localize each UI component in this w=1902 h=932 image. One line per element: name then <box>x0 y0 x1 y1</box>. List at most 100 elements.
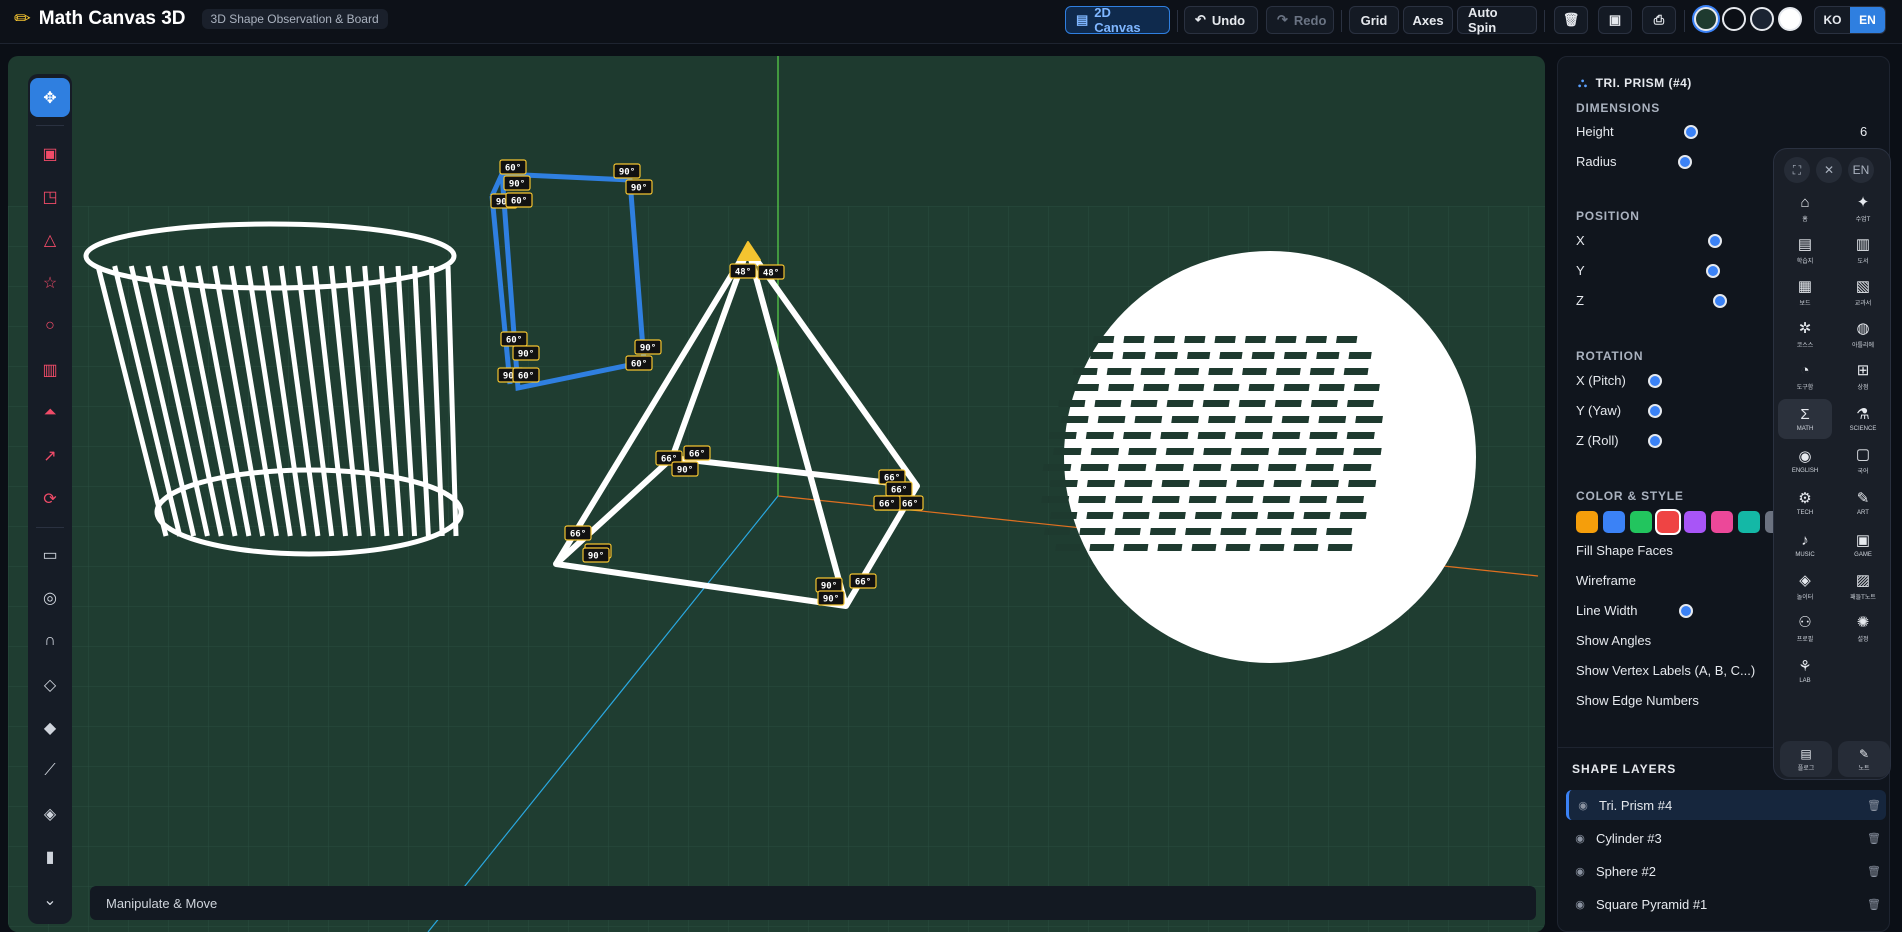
app-17[interactable]: ▣ GAME <box>1836 525 1890 565</box>
tool-compass[interactable]: ◎ <box>30 579 70 618</box>
app-14[interactable]: ⚙ TECH <box>1778 483 1832 523</box>
pitch-slider[interactable] <box>1648 374 1662 388</box>
tag-icon: ◇ <box>43 676 57 694</box>
roll-slider[interactable] <box>1648 434 1662 448</box>
tool-shapes[interactable]: ◳ <box>30 177 70 216</box>
delete-button[interactable]: 🗑 <box>1554 6 1588 34</box>
theme-white[interactable] <box>1778 7 1802 31</box>
lang-en[interactable]: EN <box>1850 7 1885 33</box>
app-18[interactable]: ◈ 놀이터 <box>1778 567 1832 607</box>
tool-more[interactable]: ⌄ <box>30 881 70 920</box>
app-20[interactable]: ⚇ 프로필 <box>1778 609 1832 649</box>
app-22[interactable]: ⚘ LAB <box>1778 651 1832 691</box>
layer-item[interactable]: ◉ Tri. Prism #4 🗑 <box>1566 790 1886 820</box>
theme-black[interactable] <box>1722 7 1746 31</box>
tool-star[interactable]: ☆ <box>30 264 70 303</box>
app-6[interactable]: ✲ 코스스 <box>1778 315 1832 355</box>
app-16[interactable]: ♪ MUSIC <box>1778 525 1832 565</box>
layer-item[interactable]: ◉ Sphere #2 🗑 <box>1566 856 1886 886</box>
app-2[interactable]: ▤ 학습지 <box>1778 231 1832 271</box>
app-7[interactable]: ◍ 아틀리에 <box>1836 315 1890 355</box>
launcher-bottom-0[interactable]: ▤ 플로그 <box>1780 741 1832 777</box>
position-y-slider[interactable] <box>1706 264 1720 278</box>
svg-text:48°: 48° <box>735 268 751 278</box>
app-9[interactable]: ⊞ 상점 <box>1836 357 1890 397</box>
app-12[interactable]: ◉ ENGLISH <box>1778 441 1832 481</box>
app-4[interactable]: ▦ 보드 <box>1778 273 1832 313</box>
color-swatch[interactable] <box>1576 511 1598 533</box>
app-21[interactable]: ✺ 설정 <box>1836 609 1890 649</box>
angle-label: 66° <box>849 573 877 589</box>
trash-icon[interactable]: 🗑 <box>1862 865 1886 878</box>
app-1[interactable]: ✦ 수업T <box>1836 189 1890 229</box>
height-slider[interactable] <box>1684 125 1698 139</box>
app-19[interactable]: ▨ 패들T노트 <box>1836 567 1890 607</box>
color-swatch[interactable] <box>1738 511 1760 533</box>
fullscreen-icon[interactable]: ⛶ <box>1784 157 1810 183</box>
app-3[interactable]: ▥ 도서 <box>1836 231 1890 271</box>
launcher-lang[interactable]: EN <box>1848 157 1874 183</box>
app-10[interactable]: Σ MATH <box>1778 399 1832 439</box>
radius-slider[interactable] <box>1678 155 1692 169</box>
color-swatch[interactable] <box>1711 511 1733 533</box>
tool-cylinder[interactable]: ▥ <box>30 350 70 389</box>
line-width-slider[interactable] <box>1679 604 1693 618</box>
position-z-slider[interactable] <box>1713 294 1727 308</box>
tool-move[interactable]: ✥ <box>30 78 70 118</box>
layer-item[interactable]: ◉ Square Pyramid #1 🗑 <box>1566 889 1886 919</box>
tool-tag[interactable]: ◇ <box>30 665 70 704</box>
theme-navy[interactable] <box>1750 7 1774 31</box>
tool-fill[interactable]: ◆ <box>30 708 70 747</box>
auto-spin-button[interactable]: Auto Spin <box>1457 5 1537 35</box>
app-icon: ⚗ <box>1856 405 1870 423</box>
trash-icon[interactable]: 🗑 <box>1862 898 1886 911</box>
tool-line[interactable]: ⟋ <box>30 751 70 790</box>
3d-canvas[interactable]: 60° 90° 90° 60° 90° 90° 60° 90° 90° 60° 90° 60° 48° 4… <box>8 56 1545 932</box>
app-8[interactable]: ◔ 도구함 <box>1778 357 1832 397</box>
tool-circle[interactable]: ○ <box>30 307 70 346</box>
color-swatch[interactable] <box>1657 511 1679 533</box>
tool-stats[interactable]: ▮ <box>30 838 70 877</box>
trash-icon[interactable]: 🗑 <box>1862 832 1886 845</box>
launcher-bottom-1[interactable]: ✎ 노트 <box>1838 741 1890 777</box>
tool-magnet[interactable]: ∩ <box>30 622 70 661</box>
color-swatch[interactable] <box>1630 511 1652 533</box>
tool-arrow[interactable]: ↗ <box>30 436 70 475</box>
section-color-style: COLOR & STYLE <box>1576 489 1684 503</box>
app-0[interactable]: ⌂ 홈 <box>1778 189 1832 229</box>
eye-icon[interactable]: ◉ <box>1566 898 1594 911</box>
eye-icon[interactable]: ◉ <box>1569 799 1597 812</box>
image-button[interactable]: ▣ <box>1598 6 1632 34</box>
grid-button[interactable]: Grid <box>1349 6 1399 34</box>
axes-button[interactable]: Axes <box>1403 6 1453 34</box>
undo-button[interactable]: ↶ Undo <box>1184 6 1258 34</box>
tool-pyramid[interactable]: ⏶ <box>30 393 70 432</box>
svg-text:66°: 66° <box>891 486 907 496</box>
tool-cube[interactable]: ▣ <box>30 134 70 173</box>
color-swatch[interactable] <box>1603 511 1625 533</box>
yaw-slider[interactable] <box>1648 404 1662 418</box>
lang-ko[interactable]: KO <box>1815 7 1850 33</box>
angle-label: 60° <box>505 192 533 208</box>
tool-layers[interactable]: ◈ <box>30 794 70 833</box>
trash-icon[interactable]: 🗑 <box>1862 799 1886 812</box>
print-button[interactable]: ⎙ <box>1642 6 1676 34</box>
redo-button[interactable]: ↷ Redo <box>1266 6 1334 34</box>
app-15[interactable]: ✎ ART <box>1836 483 1890 523</box>
angle-label: 48° <box>757 264 785 280</box>
app-13[interactable]: ▢ 국어 <box>1836 441 1890 481</box>
color-swatch[interactable] <box>1684 511 1706 533</box>
tool-triangle[interactable]: △ <box>30 220 70 259</box>
eye-icon[interactable]: ◉ <box>1566 865 1594 878</box>
app-5[interactable]: ▧ 교과서 <box>1836 273 1890 313</box>
app-11[interactable]: ⚗ SCIENCE <box>1836 399 1890 439</box>
close-icon[interactable]: ✕ <box>1816 157 1842 183</box>
tool-ruler[interactable]: ▭ <box>30 536 70 575</box>
layer-item[interactable]: ◉ Cylinder #3 🗑 <box>1566 823 1886 853</box>
theme-dark-green[interactable] <box>1694 7 1718 31</box>
tool-rotate[interactable]: ⟳ <box>30 479 70 518</box>
position-x-slider[interactable] <box>1708 234 1722 248</box>
angle-label: 60° <box>500 331 528 347</box>
eye-icon[interactable]: ◉ <box>1566 832 1594 845</box>
2d-canvas-button[interactable]: ▤ 2D Canvas <box>1065 5 1170 35</box>
